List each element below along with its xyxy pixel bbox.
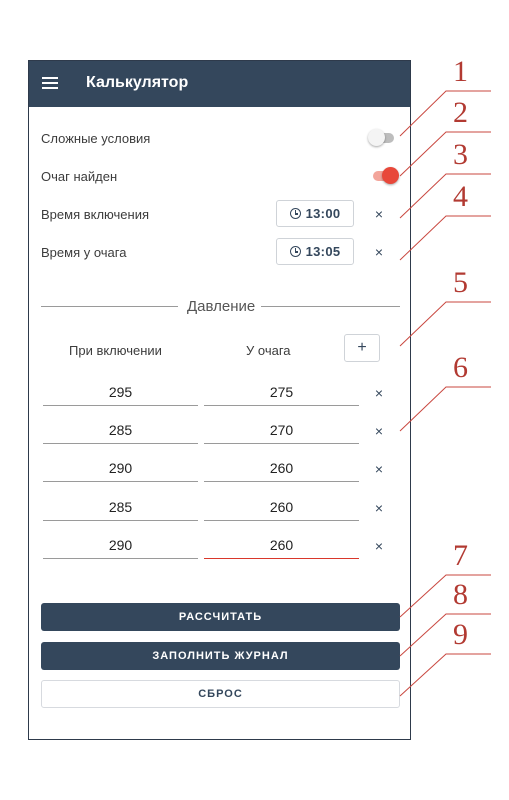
annotation-2: 2 <box>453 96 468 129</box>
clear-fire-time-button[interactable]: × <box>371 244 387 260</box>
complex-conditions-label: Сложные условия <box>41 131 151 146</box>
start-pressure-input[interactable]: 285 <box>43 419 198 444</box>
callout-line-5 <box>399 301 491 347</box>
pressure-section-title: Давление <box>187 298 256 315</box>
fire-pressure-input-active[interactable]: 260 <box>204 534 359 559</box>
callout-line-1 <box>399 90 491 137</box>
clock-icon <box>289 246 301 257</box>
annotation-4: 4 <box>453 180 468 213</box>
reset-button[interactable]: СБРОС <box>41 680 400 708</box>
menu-icon[interactable] <box>42 77 58 89</box>
callout-line-3 <box>399 173 491 219</box>
start-pressure-input[interactable]: 295 <box>43 381 198 406</box>
complex-conditions-toggle[interactable] <box>368 129 394 146</box>
annotation-7: 7 <box>453 539 468 572</box>
app-bar: Калькулятор <box>29 61 410 107</box>
phone-screen: Калькулятор Сложные условия Очаг найден … <box>28 60 411 740</box>
callout-line-7 <box>399 574 491 618</box>
col-fire-header: У очага <box>246 343 291 358</box>
fill-log-button[interactable]: ЗАПОЛНИТЬ ЖУРНАЛ <box>41 642 400 670</box>
col-start-header: При включении <box>69 343 162 358</box>
fire-found-toggle[interactable] <box>373 167 399 184</box>
remove-row-button[interactable]: × <box>371 461 387 477</box>
callout-line-2 <box>399 131 491 177</box>
start-pressure-input[interactable]: 285 <box>43 496 198 521</box>
add-row-button[interactable]: + <box>344 334 380 362</box>
annotation-6: 6 <box>453 351 468 384</box>
fire-time-label: Время у очага <box>41 245 127 260</box>
fire-time-button[interactable]: 13:05 <box>276 238 354 265</box>
fire-pressure-input[interactable]: 260 <box>204 457 359 482</box>
callout-line-9 <box>399 653 491 697</box>
callout-line-6 <box>399 386 491 432</box>
annotation-8: 8 <box>453 578 468 611</box>
annotation-9: 9 <box>453 618 468 651</box>
start-time-label: Время включения <box>41 207 149 222</box>
callout-line-4 <box>399 215 491 261</box>
start-time-value: 13:00 <box>305 206 341 221</box>
annotation-1: 1 <box>453 55 468 88</box>
clock-icon <box>289 208 301 219</box>
fire-pressure-input[interactable]: 275 <box>204 381 359 406</box>
start-time-button[interactable]: 13:00 <box>276 200 354 227</box>
remove-row-button[interactable]: × <box>371 385 387 401</box>
start-pressure-input[interactable]: 290 <box>43 534 198 559</box>
calculate-button[interactable]: РАССЧИТАТЬ <box>41 603 400 631</box>
annotation-3: 3 <box>453 138 468 171</box>
start-pressure-input[interactable]: 290 <box>43 457 198 482</box>
fire-time-value: 13:05 <box>305 244 341 259</box>
remove-row-button[interactable]: × <box>371 500 387 516</box>
fire-pressure-input[interactable]: 270 <box>204 419 359 444</box>
divider-left <box>41 306 178 307</box>
remove-row-button[interactable]: × <box>371 423 387 439</box>
divider-right <box>261 306 400 307</box>
annotation-5: 5 <box>453 266 468 299</box>
app-title: Калькулятор <box>86 74 189 91</box>
fire-found-label: Очаг найден <box>41 169 118 184</box>
remove-row-button[interactable]: × <box>371 538 387 554</box>
callout-line-8 <box>399 613 491 657</box>
fire-pressure-input[interactable]: 260 <box>204 496 359 521</box>
clear-start-time-button[interactable]: × <box>371 206 387 222</box>
